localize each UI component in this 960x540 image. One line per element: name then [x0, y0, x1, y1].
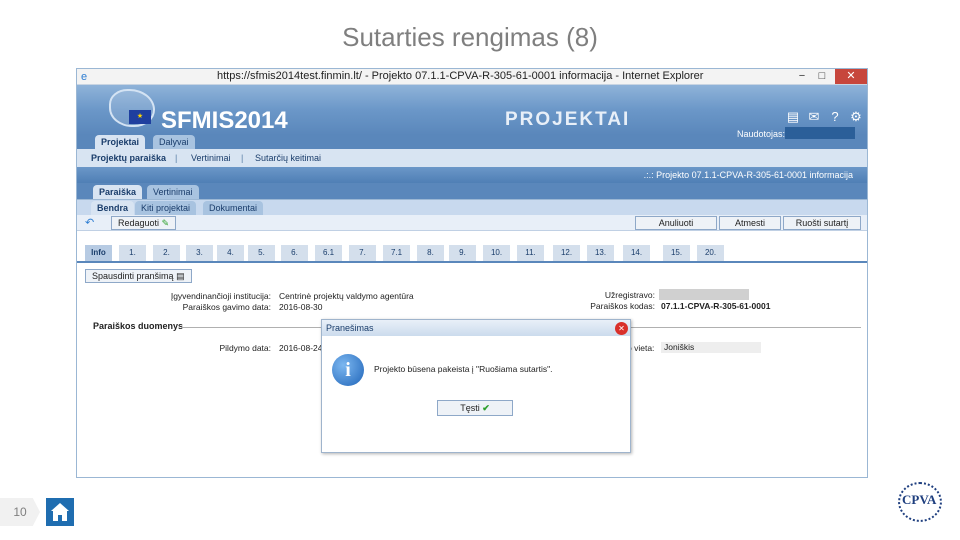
reject-button[interactable]: Atmesti [719, 216, 781, 230]
cancel-button[interactable]: Anuliuoti [635, 216, 717, 230]
print-notice-button[interactable]: Spausdinti pranšimą ▤ [85, 269, 192, 283]
continue-button-label: Tęsti [460, 403, 480, 413]
place-label: o vieta: [627, 343, 655, 353]
tab-dokumentai[interactable]: Dokumentai [203, 201, 264, 216]
tab-number[interactable]: 14. [623, 245, 651, 261]
pencil-icon: ✎ [161, 218, 170, 228]
tab-number[interactable]: 10. [483, 245, 511, 261]
maximize-button[interactable]: □ [815, 69, 829, 84]
tab-number[interactable]: 12. [553, 245, 581, 261]
institution-label: Įgyvendinančioji institucija: [170, 291, 271, 301]
user-value [785, 127, 855, 139]
project-info-title: .:.: Projekto 07.1.1-CPVA-R-305-61-0001 … [643, 170, 853, 180]
help-icon[interactable]: ? [826, 109, 844, 125]
print-button-label: Spausdinti pranšimą [92, 271, 174, 281]
tab-number[interactable]: 4. [217, 245, 245, 261]
tab-number[interactable]: 1. [119, 245, 147, 261]
app-banner: ★ SFMIS2014 PROJEKTAI ▤ ✉ ? ⚙ [77, 85, 867, 135]
tab-projektai[interactable]: Projektai [95, 135, 146, 149]
filled-date-label: Pildymo data: [219, 343, 272, 353]
tab-paraiska[interactable]: Paraiška [93, 185, 143, 199]
filled-date-value: 2016-08-24 [279, 343, 323, 353]
edit-button[interactable]: Redaguoti ✎ [111, 216, 177, 230]
tab-number[interactable]: 11. [517, 245, 545, 261]
application-code-label: Paraiškos kodas: [590, 301, 655, 311]
tab-number[interactable]: 8. [417, 245, 445, 261]
subnav-separator: | [241, 153, 244, 163]
tab-number[interactable]: 3. [186, 245, 214, 261]
application-code-value: 07.1.1-CPVA-R-305-61-0001 [661, 301, 771, 311]
continue-button[interactable]: Tęsti ✔ [437, 400, 513, 416]
tab-kiti-projektai[interactable]: Kiti projektai [135, 201, 197, 216]
minimize-button[interactable]: − [795, 69, 809, 84]
eu-flag-icon: ★ [129, 110, 151, 124]
info-icon: i [332, 354, 364, 386]
close-window-button[interactable]: ✕ [835, 69, 867, 84]
tab-number[interactable]: 7.1 [383, 245, 411, 261]
institution-value: Centrinė projektų valdymo agentūra [279, 291, 414, 301]
main-tabs: Projektai Dalyvai Naudotojas: [77, 127, 867, 149]
browser-window: e https://sfmis2014test.finmin.lt/ - Pro… [76, 68, 868, 478]
internet-explorer-icon: e [81, 70, 88, 83]
subnav-projektu-paraiska[interactable]: Projektų paraiška [91, 153, 166, 163]
subnav-separator: | [175, 153, 178, 163]
slide-title: Sutarties rengimas (8) [342, 22, 598, 52]
tab-info[interactable]: Info [85, 245, 113, 261]
tab-number[interactable]: 20. [697, 245, 725, 261]
tab-number[interactable]: 6.1 [315, 245, 343, 261]
tab-dalyvai[interactable]: Dalyvai [153, 135, 195, 149]
tab-number[interactable]: 6. [281, 245, 309, 261]
browser-titlebar: e https://sfmis2014test.finmin.lt/ - Pro… [77, 69, 867, 85]
project-info-bar: .:.: Projekto 07.1.1-CPVA-R-305-61-0001 … [77, 167, 867, 183]
print-icon: ▤ [176, 271, 185, 281]
tab-number[interactable]: 2. [153, 245, 181, 261]
close-icon[interactable]: ✕ [615, 322, 628, 335]
tabs-underline [77, 261, 867, 263]
notification-dialog: Pranešimas ✕ i Projekto būsena pakeista … [321, 319, 631, 453]
home-icon[interactable] [46, 498, 74, 526]
prepare-contract-button[interactable]: Ruošti sutartį [783, 216, 861, 230]
user-label: Naudotojas: [737, 129, 786, 139]
detail-tabs: Bendra Kiti projektai Dokumentai [77, 199, 867, 216]
cpva-logo-text: CPVA [902, 492, 937, 507]
window-title: https://sfmis2014test.finmin.lt/ - Proje… [217, 70, 704, 82]
tab-number[interactable]: 13. [587, 245, 615, 261]
tab-number[interactable]: 15. [663, 245, 691, 261]
registered-by-value [659, 289, 749, 300]
received-date-value: 2016-08-30 [279, 302, 323, 312]
registered-by-label: Užregistravo: [604, 290, 655, 300]
tab-bendra[interactable]: Bendra [91, 201, 135, 216]
action-toolbar: ↶ Redaguoti ✎ Anuliuoti Atmesti Ruošti s… [77, 215, 867, 231]
cpva-logo: CPVA [896, 478, 944, 526]
subnav-sutarciu-keitimai[interactable]: Sutarčių keitimai [255, 153, 321, 163]
dialog-title: Pranešimas [326, 323, 374, 333]
place-value: Joniškis [661, 342, 761, 353]
dialog-titlebar: Pranešimas ✕ [322, 320, 630, 336]
subnav-vertinimai[interactable]: Vertinimai [191, 153, 231, 163]
application-data-heading: Paraiškos duomenys [93, 321, 184, 331]
tab-number[interactable]: 7. [349, 245, 377, 261]
section-title: PROJEKTAI [505, 109, 631, 130]
mail-icon[interactable]: ✉ [805, 109, 823, 125]
sub-navigation: Projektų paraiška | Vertinimai | Sutarči… [77, 149, 867, 167]
tab-number[interactable]: 9. [449, 245, 477, 261]
received-date-label: Paraiškos gavimo data: [182, 302, 271, 312]
application-tabs: Paraiška Vertinimai [77, 183, 867, 199]
tab-vertinimai[interactable]: Vertinimai [147, 185, 199, 199]
windows-icon[interactable]: ▤ [784, 109, 802, 125]
app-logo[interactable]: SFMIS2014 [161, 107, 288, 135]
back-arrow-icon[interactable]: ↶ [85, 216, 94, 230]
slide-number: 10 [0, 498, 40, 526]
settings-icon[interactable]: ⚙ [847, 109, 865, 125]
dialog-message: Projekto būsena pakeista į "Ruošiama sut… [374, 364, 553, 374]
tab-number[interactable]: 5. [248, 245, 276, 261]
edit-button-label: Redaguoti [118, 218, 160, 228]
checkmark-icon: ✔ [482, 403, 490, 413]
